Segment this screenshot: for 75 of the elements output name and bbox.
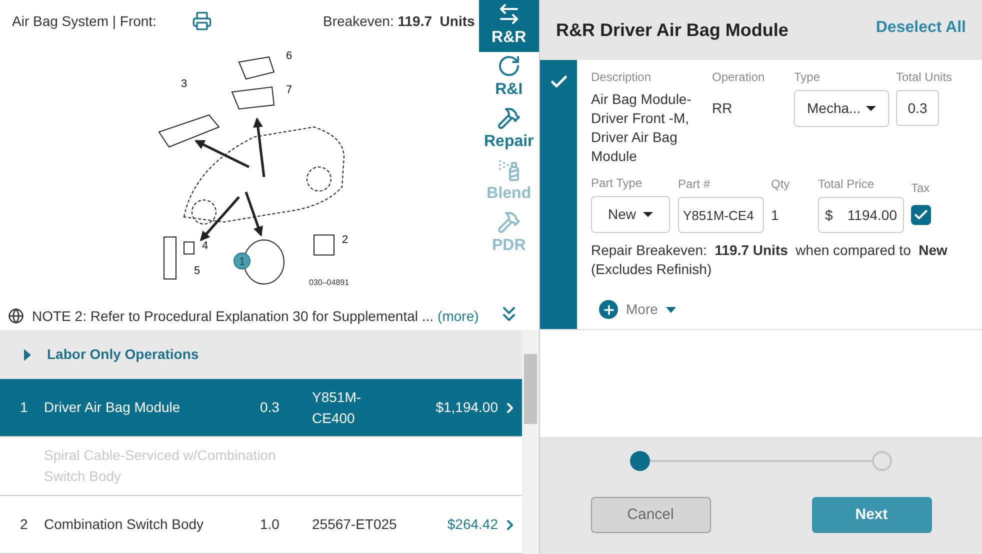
breakeven-sentence: Repair Breakeven: 119.7 Units when compared to New <box>591 241 948 260</box>
note-text: NOTE 2: Refer to Procedural Explanation 30 for Supplemental ... <box>32 306 434 326</box>
part-type-dropdown[interactable]: New <box>591 196 670 233</box>
field-label: Description <box>591 69 652 86</box>
globe-icon <box>8 308 24 324</box>
callout-number: 2 <box>342 234 349 246</box>
part-row[interactable]: 1 Driver Air Bag Module 0.3 Y851M-CE400 $1,194.00 <box>0 379 522 438</box>
field-label: Part # <box>678 176 712 193</box>
part-number: Y851M-CE400 <box>312 388 362 428</box>
leader-line <box>200 196 240 242</box>
field-label: Part Type <box>591 175 644 192</box>
row-number: 2 <box>19 515 29 534</box>
row-number: 1 <box>19 398 29 418</box>
field-label: Type <box>794 69 822 86</box>
callout-number: 6 <box>286 50 293 62</box>
figure-code: 030–04891 <box>309 278 350 288</box>
part-name: Driver Air Bag Module <box>44 398 182 418</box>
connector-drawing <box>184 242 195 255</box>
diagram-title: Air Bag System | Front: <box>12 12 156 31</box>
leader-line <box>245 192 264 237</box>
print-icon[interactable] <box>192 11 212 32</box>
sensor-drawing <box>238 56 276 80</box>
scrollbar[interactable] <box>522 330 539 554</box>
callout-marker[interactable]: 1 <box>234 252 251 270</box>
caret-icon <box>666 306 676 312</box>
part-price: $1,194.00 <box>436 398 498 418</box>
cancel-button[interactable]: Cancel <box>590 497 710 533</box>
total-price-input[interactable]: $ 1194.00 <box>818 197 904 233</box>
more-link[interactable]: (more) <box>438 306 479 327</box>
sensor-drawing <box>164 236 177 280</box>
leader-line <box>194 140 250 168</box>
callout-number: 7 <box>286 84 293 96</box>
part-number: 25567-ET025 <box>312 515 398 534</box>
air-bag-module-drawing <box>244 240 285 285</box>
control-module-drawing <box>158 114 220 148</box>
part-units: 0.3 <box>260 398 280 418</box>
circular-arrow-icon <box>496 54 521 78</box>
operation-button[interactable]: Repair <box>478 104 539 156</box>
callout-number: 3 <box>181 78 188 90</box>
caret-icon <box>643 212 653 217</box>
spiral-cable-drawing <box>314 234 335 256</box>
more-button[interactable]: More <box>599 299 676 320</box>
operation-button[interactable]: R&R <box>478 0 539 52</box>
operation-button[interactable]: R&I <box>478 52 539 104</box>
callout-number: 4 <box>202 240 209 252</box>
part-number-input[interactable]: Y851M-CE4 <box>678 197 764 233</box>
tool-icon <box>496 210 521 234</box>
description-text: Air Bag Module-Driver Front -M, Driver Air Bag Module <box>591 90 692 166</box>
labor-group-header[interactable]: Labor Only Operations <box>0 330 522 380</box>
leader-line <box>253 118 266 178</box>
spray-gun-icon <box>496 158 521 182</box>
tax-checkbox[interactable] <box>911 205 931 225</box>
operation-value: RR <box>712 99 734 118</box>
callout-number: 5 <box>194 265 201 278</box>
type-dropdown[interactable]: Mecha... <box>794 90 889 127</box>
detail-title: R&R Driver Air Bag Module <box>556 18 788 42</box>
next-button[interactable]: Next <box>812 497 932 533</box>
total-units-input[interactable]: 0.3 <box>896 90 939 126</box>
part-name: Combination Switch Body <box>44 515 205 534</box>
bracket-drawing <box>232 86 275 110</box>
part-price: $264.42 <box>447 515 498 534</box>
field-label: Qty <box>771 176 791 193</box>
field-label: Total Units <box>896 69 952 86</box>
part-units: 1.0 <box>260 515 280 534</box>
field-label: Total Price <box>818 176 876 193</box>
caret-icon <box>866 106 876 111</box>
part-row[interactable]: 2 Combination Switch Body 1.0 25567-ET025 $264.42 <box>0 496 522 554</box>
breakeven-text: Breakeven: 119.7 Units <box>323 12 475 31</box>
hammer-icon <box>496 106 521 130</box>
caret-icon <box>24 348 31 361</box>
breakeven-note: (Excludes Refinish) <box>591 260 713 279</box>
field-label: Tax <box>911 180 930 197</box>
deselect-all-link[interactable]: Deselect All <box>876 16 966 40</box>
qty-value: 1 <box>771 206 780 225</box>
field-label: Operation <box>712 69 766 86</box>
